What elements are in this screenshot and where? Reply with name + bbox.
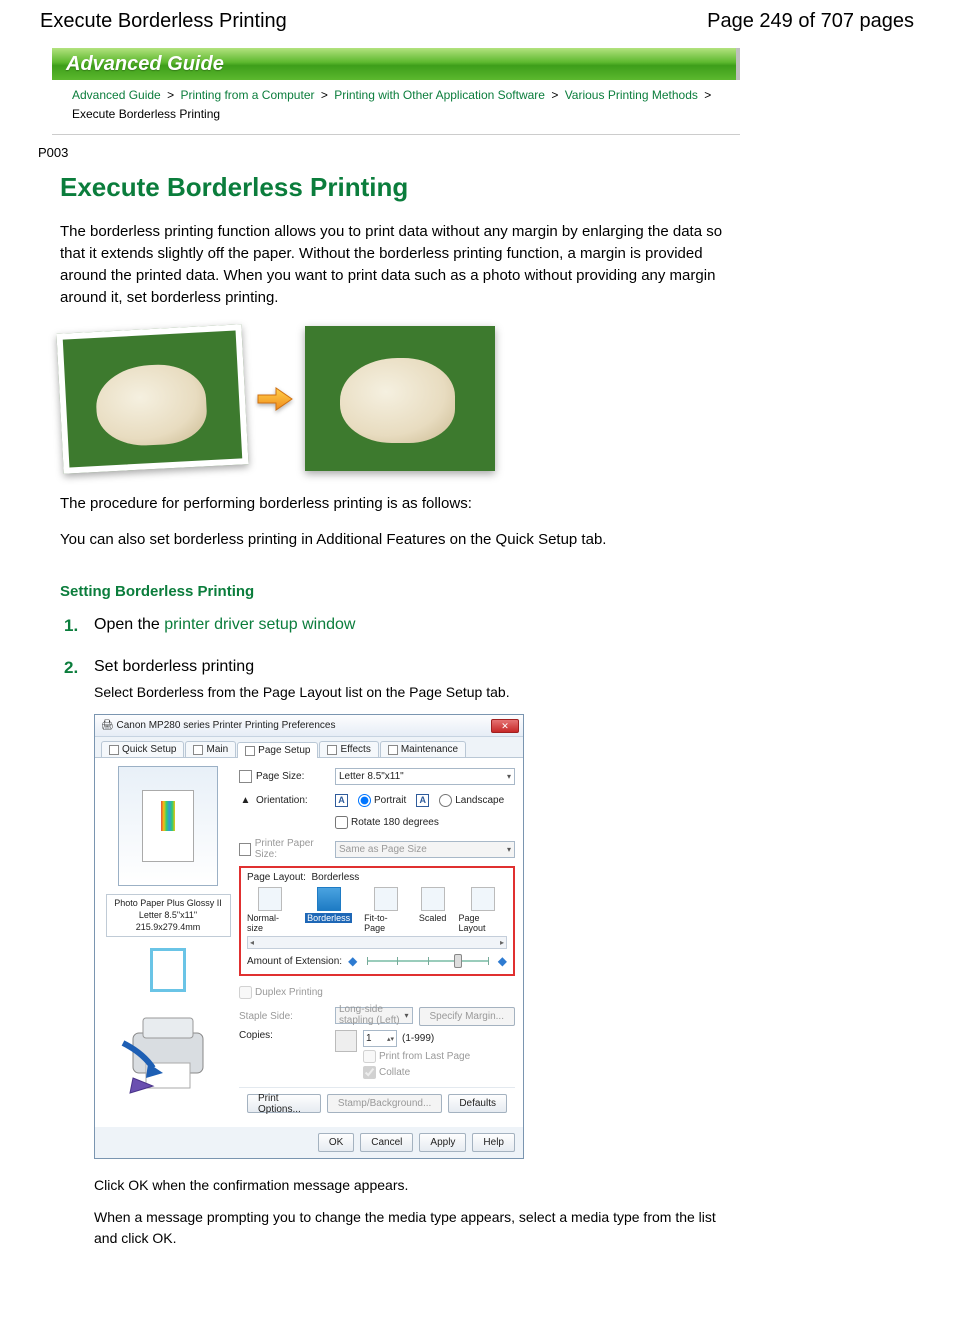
page-layout-value: Borderless — [312, 872, 360, 883]
staple-side-label: Staple Side: — [239, 1011, 329, 1022]
specify-margin-button: Specify Margin... — [419, 1007, 515, 1026]
copies-range: (1-999) — [402, 1033, 434, 1044]
layout-fit-to-page[interactable]: Fit-to-Page — [364, 887, 407, 933]
page-layout-label: Page Layout: — [247, 872, 306, 883]
intro-paragraph: The borderless printing function allows … — [60, 221, 740, 308]
maintenance-icon — [388, 745, 398, 755]
breadcrumb: Advanced Guide > Printing from a Compute… — [52, 80, 740, 135]
quick-setup-icon — [109, 745, 119, 755]
breadcrumb-link-advanced-guide[interactable]: Advanced Guide — [72, 88, 161, 102]
procedure-line: The procedure for performing borderless … — [60, 493, 740, 515]
borderless-preview — [113, 945, 223, 995]
step2-after1: Click OK when the confirmation message a… — [94, 1175, 740, 1195]
page-setup-icon — [245, 746, 255, 756]
duplex-checkbox: Duplex Printing — [239, 986, 323, 999]
printing-preferences-dialog: 🖨 Canon MP280 series Printer Printing Pr… — [94, 714, 524, 1159]
page-size-icon — [239, 770, 252, 783]
step2-after2: When a message prompting you to change t… — [94, 1207, 740, 1248]
ok-button[interactable]: OK — [318, 1133, 354, 1152]
extension-label: Amount of Extension: — [247, 956, 342, 967]
extension-min-icon: ◆ — [348, 954, 357, 968]
print-options-button[interactable]: Print Options... — [247, 1094, 321, 1113]
media-info-box: Photo Paper Plus Glossy II Letter 8.5"x1… — [106, 894, 231, 937]
breadcrumb-current: Execute Borderless Printing — [72, 107, 220, 121]
staple-side-select: Long-side stapling (Left)▾ — [335, 1007, 413, 1024]
breadcrumb-link-printing-other-apps[interactable]: Printing with Other Application Software — [334, 88, 545, 102]
breadcrumb-separator: > — [167, 88, 174, 102]
copies-spinner[interactable]: 1▴▾ — [363, 1030, 397, 1047]
printer-paper-size-select: Same as Page Size▾ — [335, 841, 515, 858]
extension-max-icon: ◆ — [498, 954, 507, 968]
breadcrumb-separator: > — [321, 88, 328, 102]
page-title: Execute Borderless Printing — [40, 10, 287, 33]
photo-borderless — [305, 326, 495, 471]
help-button[interactable]: Help — [472, 1133, 515, 1152]
cancel-button[interactable]: Cancel — [360, 1133, 413, 1152]
layout-scrollbar[interactable]: ◂▸ — [247, 936, 507, 949]
page-counter: Page 249 of 707 pages — [707, 10, 914, 33]
page-size-label: Page Size: — [256, 771, 304, 782]
layout-page-layout[interactable]: Page Layout — [458, 887, 507, 933]
step1-prefix: Open the — [94, 616, 164, 633]
photo-with-margin — [56, 324, 248, 473]
illustration-row — [60, 326, 740, 471]
extension-slider[interactable] — [367, 960, 487, 962]
step2-title: Set borderless printing — [94, 658, 740, 676]
tab-maintenance[interactable]: Maintenance — [380, 741, 466, 757]
copies-label: Copies: — [239, 1030, 329, 1041]
step2-desc: Select Borderless from the Page Layout l… — [94, 682, 740, 702]
printer-paper-icon — [239, 843, 251, 856]
apply-button[interactable]: Apply — [419, 1133, 466, 1152]
collate-checkbox: Collate — [363, 1066, 470, 1079]
step-number-1: 1. — [64, 616, 84, 640]
tab-quick-setup[interactable]: Quick Setup — [101, 741, 184, 757]
breadcrumb-link-various-methods[interactable]: Various Printing Methods — [565, 88, 698, 102]
page-layout-group: Page Layout: Borderless Normal-size Bord… — [239, 866, 515, 976]
tab-page-setup[interactable]: Page Setup — [237, 742, 318, 758]
breadcrumb-separator: > — [704, 88, 711, 102]
copies-icon — [335, 1030, 357, 1052]
quick-setup-note: You can also set borderless printing in … — [60, 529, 740, 551]
tab-effects[interactable]: Effects — [319, 741, 378, 757]
main-heading: Execute Borderless Printing — [60, 172, 740, 203]
orientation-label: Orientation: — [256, 795, 308, 806]
effects-icon — [327, 745, 337, 755]
layout-normal-size[interactable]: Normal-size — [247, 887, 293, 933]
defaults-button[interactable]: Defaults — [448, 1094, 507, 1113]
layout-scaled[interactable]: Scaled — [419, 887, 447, 933]
arrow-icon — [255, 379, 295, 419]
portrait-a-icon: A — [335, 794, 348, 807]
page-size-select[interactable]: Letter 8.5"x11"▾ — [335, 768, 515, 785]
advanced-guide-banner: Advanced Guide — [52, 48, 740, 80]
layout-borderless[interactable]: Borderless — [305, 887, 352, 933]
breadcrumb-separator: > — [551, 88, 558, 102]
printer-illustration — [111, 1003, 226, 1103]
tab-main[interactable]: Main — [185, 741, 236, 757]
section-heading: Setting Borderless Printing — [60, 583, 740, 600]
dialog-title: 🖨 Canon MP280 series Printer Printing Pr… — [101, 720, 335, 731]
print-last-page-checkbox: Print from Last Page — [363, 1050, 470, 1063]
document-id: P003 — [38, 145, 740, 160]
portrait-radio[interactable]: Portrait — [358, 794, 406, 807]
stamp-background-button: Stamp/Background... — [327, 1094, 442, 1113]
step-number-2: 2. — [64, 658, 84, 1260]
landscape-radio[interactable]: Landscape — [439, 794, 504, 807]
close-button[interactable]: ✕ — [491, 719, 519, 733]
rotate-180-checkbox[interactable]: Rotate 180 degrees — [335, 816, 439, 829]
printer-driver-setup-link[interactable]: printer driver setup window — [164, 616, 355, 633]
main-icon — [193, 745, 203, 755]
dialog-tabs: Quick Setup Main Page Setup Effects Main… — [95, 737, 523, 758]
landscape-a-icon: A — [416, 794, 429, 807]
printer-paper-size-label: Printer Paper Size: — [255, 838, 329, 860]
breadcrumb-link-printing-from-computer[interactable]: Printing from a Computer — [180, 88, 314, 102]
preview-thumbnail — [118, 766, 218, 886]
